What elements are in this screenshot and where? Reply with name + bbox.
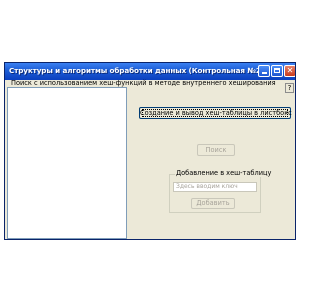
close-button[interactable]: ✕ xyxy=(284,65,295,77)
minimize-button[interactable] xyxy=(258,65,270,77)
main-window: Структуры и алгоритмы обработки данных (… xyxy=(4,62,296,240)
group-label: Поиск с использованием хеш-функций в мет… xyxy=(11,79,276,87)
help-button[interactable]: ? xyxy=(285,83,294,93)
create-table-button[interactable]: Создание и вывод хеш-таблицы в листбокс xyxy=(139,107,292,119)
key-input[interactable]: Здесь вводим ключ xyxy=(173,182,257,192)
minimize-icon xyxy=(262,72,267,74)
search-button[interactable]: Поиск xyxy=(197,144,235,156)
focus-rect xyxy=(142,109,288,117)
add-button[interactable]: Добавить xyxy=(191,198,235,209)
hash-table-listbox[interactable] xyxy=(7,87,127,239)
maximize-icon xyxy=(274,68,280,73)
add-groupbox-legend: Добавление в хеш-таблицу xyxy=(175,169,273,177)
window-title: Структуры и алгоритмы обработки данных (… xyxy=(9,66,264,75)
maximize-button[interactable] xyxy=(271,65,283,77)
title-bar[interactable]: Структуры и алгоритмы обработки данных (… xyxy=(5,63,295,80)
